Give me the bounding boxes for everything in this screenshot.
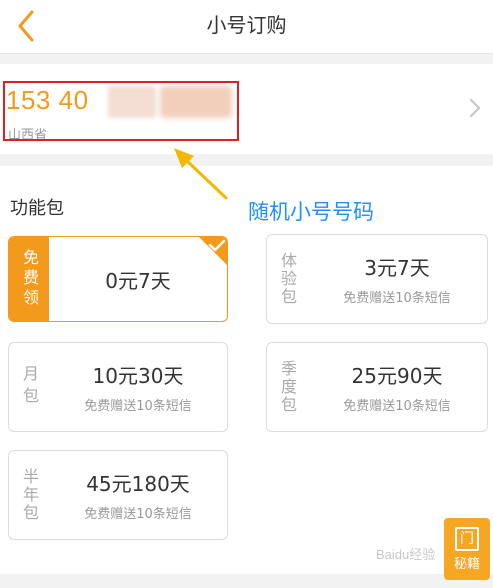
book-icon: 门 [455,526,479,551]
watermark-badge-label: 秘籍 [453,556,480,572]
annotation-label: 随机小号号码 [248,200,374,224]
watermark-text: Baidu经验 [376,547,436,562]
annotation-arrow [174,148,228,200]
watermark-badge: 门 秘籍 [444,518,490,580]
